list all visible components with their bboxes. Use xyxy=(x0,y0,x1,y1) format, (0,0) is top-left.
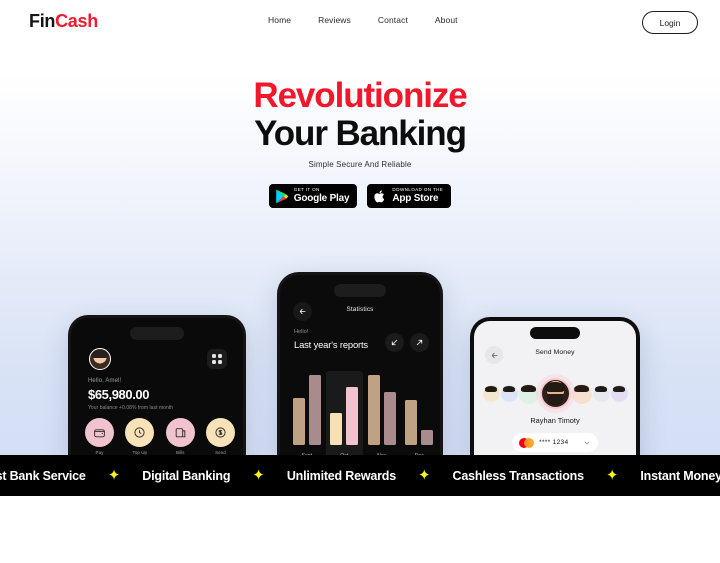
screen-title: Send Money xyxy=(535,349,575,356)
recipient-avatar-selected[interactable] xyxy=(539,378,571,409)
marquee-band: Best Bank Service ✦ Digital Banking ✦ Unlimi… xyxy=(0,455,720,496)
recipient-name: Rayhan Timoty xyxy=(530,416,580,425)
phone-notch xyxy=(130,327,184,340)
bar-group: Dec xyxy=(401,371,439,462)
chart-action-buttons xyxy=(385,333,429,352)
nav-links: Home Reviews Contact About xyxy=(268,15,458,25)
phone-notch xyxy=(334,284,386,297)
login-button[interactable]: Login xyxy=(642,11,698,34)
navbar: FinCash Home Reviews Contact About Login xyxy=(0,0,720,45)
card-icon xyxy=(175,428,185,438)
hero-section: FinCash Home Reviews Contact About Login… xyxy=(0,0,720,462)
marquee-track: Best Bank Service ✦ Digital Banking ✦ Unlimi… xyxy=(0,468,720,483)
balance-note: Your balance +0.08% from last month xyxy=(88,405,174,411)
marquee-item: Best Bank Service xyxy=(0,468,86,483)
marquee-item: Digital Banking xyxy=(142,468,231,483)
marquee-item: Cashless Transactions xyxy=(452,468,584,483)
card-number: **** 1234 xyxy=(539,439,569,446)
greeting-text: Hello, Amel! xyxy=(88,378,122,384)
marquee-separator-icon: ✦ xyxy=(605,467,619,484)
google-play-badge[interactable]: GET IT ON Google Play xyxy=(268,184,358,208)
hero-subtitle: Simple Secure And Reliable xyxy=(308,160,412,170)
chart-bar xyxy=(421,430,434,445)
recipient-carousel xyxy=(474,378,636,409)
phone-mockup-right: Send Money Rayhan Timoty **** 1234 xyxy=(470,317,640,462)
bar-group: Nov xyxy=(363,371,401,462)
action-pay[interactable] xyxy=(85,418,114,447)
avatar-hair xyxy=(521,384,536,393)
outcome-button[interactable] xyxy=(410,333,429,352)
google-play-bottom-text: Google Play xyxy=(293,192,350,204)
google-play-icon xyxy=(275,189,289,203)
page-footer-space xyxy=(0,496,720,563)
marquee-separator-icon: ✦ xyxy=(107,467,121,484)
arrow-up-right-icon xyxy=(416,339,423,346)
headline-line-1: Revolutionize xyxy=(253,76,467,115)
avatar-hair xyxy=(574,384,589,393)
brand-logo[interactable]: FinCash xyxy=(29,11,98,32)
chart-bar xyxy=(308,375,321,445)
greeting-text: Hello! xyxy=(294,329,309,335)
phone-mockup-left: Hello, Amel! $65,980.00 Your balance +0.… xyxy=(68,315,246,462)
avatar[interactable] xyxy=(89,348,111,370)
avatar-hair xyxy=(92,350,108,358)
arrow-down-left-icon xyxy=(391,339,398,346)
hero-headline: Revolutionize Your Banking Simple Secure… xyxy=(0,76,720,170)
marquee-item: Unlimited Rewards xyxy=(286,468,396,483)
screen-title: Statistics xyxy=(346,306,374,313)
avatar-hair xyxy=(594,386,608,393)
avatar-hair xyxy=(502,386,516,393)
recipient-avatar[interactable] xyxy=(500,385,518,402)
brand-name-first: Fin xyxy=(29,11,56,31)
phone-mockup-center: Statistics Hello! Last year's reports Se… xyxy=(277,272,443,462)
balance-amount: $65,980.00 xyxy=(88,387,150,402)
recipient-avatar[interactable] xyxy=(592,385,610,402)
chart-bar xyxy=(346,387,359,445)
nav-link-reviews[interactable]: Reviews xyxy=(318,15,351,25)
clock-icon xyxy=(134,427,145,438)
action-bills[interactable] xyxy=(165,418,195,447)
mastercard-icon xyxy=(519,437,534,448)
chart-bar xyxy=(292,398,305,445)
bar-group: Oct xyxy=(325,371,363,462)
reports-heading: Last year's reports xyxy=(294,339,368,350)
nav-link-about[interactable]: About xyxy=(435,15,458,25)
chart-bar xyxy=(383,392,396,445)
marquee-separator-icon: ✦ xyxy=(252,467,265,484)
marquee-item: Instant Money Transfer xyxy=(640,468,720,483)
recipient-avatar[interactable] xyxy=(518,383,539,404)
payment-card-selector[interactable]: **** 1234 xyxy=(512,433,598,452)
action-send[interactable] xyxy=(205,418,235,447)
chart-bar xyxy=(367,375,380,445)
store-badges: GET IT ON Google Play Download on the Ap… xyxy=(0,184,720,208)
quick-actions xyxy=(85,418,235,447)
nav-link-home[interactable]: Home xyxy=(268,15,291,25)
avatar-beard xyxy=(546,394,564,405)
chevron-down-icon[interactable] xyxy=(583,439,591,447)
recipient-avatar[interactable] xyxy=(571,383,592,404)
recipient-avatar[interactable] xyxy=(610,385,628,402)
recipient-avatar[interactable] xyxy=(482,385,500,402)
wallet-icon xyxy=(94,429,105,438)
brand-name-accent: Cash xyxy=(55,11,98,31)
dollar-icon xyxy=(215,427,226,438)
app-store-bottom-text: App Store xyxy=(392,192,439,204)
landing-page: FinCash Home Reviews Contact About Login… xyxy=(0,0,720,563)
action-topup[interactable] xyxy=(125,418,155,447)
chart-bar xyxy=(330,413,343,445)
avatar-hair xyxy=(545,381,565,392)
app-store-badge[interactable]: Download on the App Store xyxy=(367,184,452,208)
chart-bar xyxy=(405,400,418,445)
apple-icon xyxy=(374,189,385,202)
grid-menu-icon[interactable] xyxy=(207,349,227,369)
bar-group: Sept xyxy=(288,371,326,462)
phone-notch xyxy=(530,327,580,339)
bar-chart: SeptOctNovDec xyxy=(288,371,438,462)
avatar-hair xyxy=(484,386,498,393)
headline-line-2: Your Banking xyxy=(254,114,467,154)
marquee-separator-icon: ✦ xyxy=(417,467,431,484)
avatar-hair xyxy=(612,386,626,393)
nav-link-contact[interactable]: Contact xyxy=(378,15,408,25)
income-button[interactable] xyxy=(385,333,404,352)
